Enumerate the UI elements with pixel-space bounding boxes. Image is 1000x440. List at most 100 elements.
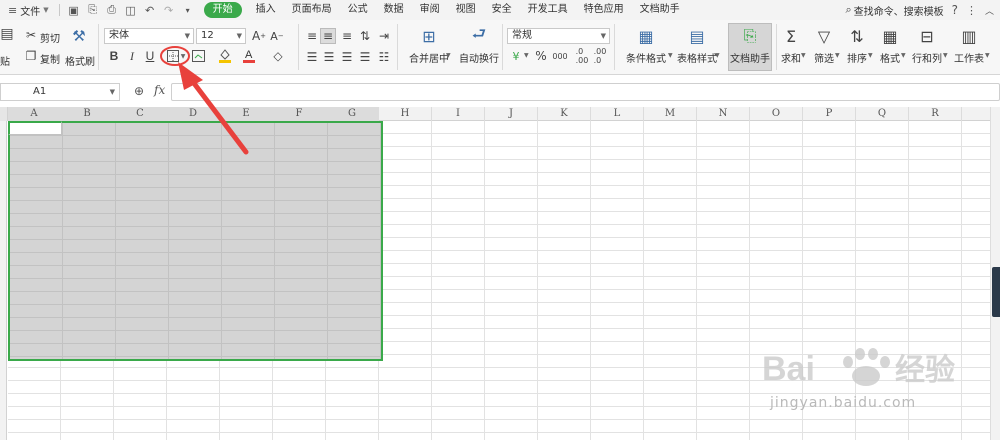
sum-button[interactable]: Σ 求和: [778, 25, 804, 71]
thousands-separator-button[interactable]: 000: [552, 49, 568, 63]
tab-page-layout[interactable]: 页面布局: [284, 0, 340, 20]
worksheet-button[interactable]: ▥ 工作表: [952, 25, 986, 71]
chevron-down-icon[interactable]: ▼: [524, 52, 529, 59]
clear-format-icon[interactable]: ◇: [270, 48, 286, 64]
column-header-b[interactable]: B: [61, 107, 114, 121]
decrease-font-size-icon[interactable]: A −: [270, 28, 284, 44]
align-middle-icon[interactable]: ≡: [320, 28, 336, 44]
export-pdf-icon[interactable]: ⎘: [87, 3, 99, 16]
undo-icon[interactable]: ↶: [144, 4, 156, 17]
column-header-a[interactable]: A: [8, 107, 61, 121]
row-headers[interactable]: [0, 121, 7, 440]
name-box[interactable]: A1 ▼: [0, 83, 120, 101]
orientation-icon[interactable]: ⇅: [358, 29, 372, 43]
chevron-down-icon[interactable]: ▼: [446, 52, 451, 59]
tab-security[interactable]: 安全: [484, 0, 520, 20]
column-header-q[interactable]: Q: [856, 107, 909, 121]
wrap-text-button[interactable]: ⮐ 自动换行: [457, 24, 501, 71]
column-header-k[interactable]: K: [538, 107, 591, 121]
align-center-icon[interactable]: ☰: [322, 50, 336, 64]
column-header-p[interactable]: P: [803, 107, 856, 121]
tab-data[interactable]: 数据: [376, 0, 412, 20]
select-all-corner[interactable]: [0, 107, 8, 121]
column-header-c[interactable]: C: [114, 107, 167, 121]
customize-icon[interactable]: ▾: [182, 4, 194, 16]
format-painter-label[interactable]: 格式刷: [65, 53, 95, 68]
conditional-format-button[interactable]: ▦ 条件格式: [620, 25, 672, 71]
fill-color-icon[interactable]: [217, 47, 233, 65]
font-size-select[interactable]: 12 ▼: [196, 28, 246, 44]
tab-view[interactable]: 视图: [448, 0, 484, 20]
column-header-r[interactable]: R: [909, 107, 962, 121]
increase-font-size-icon[interactable]: A +: [252, 28, 266, 44]
align-bottom-icon[interactable]: ≡: [340, 29, 354, 43]
column-header-o[interactable]: O: [750, 107, 803, 121]
tab-insert[interactable]: 插入: [248, 0, 284, 20]
currency-icon[interactable]: ¥: [509, 49, 523, 63]
file-menu[interactable]: ≡ 文件 ▼: [0, 0, 55, 20]
merge-center-button[interactable]: ⊞ 合并居中: [405, 25, 453, 71]
side-panel-toggle[interactable]: [992, 267, 1000, 317]
justify-icon[interactable]: ☰: [358, 50, 372, 64]
column-header-d[interactable]: D: [167, 107, 220, 121]
formula-input[interactable]: [171, 83, 1000, 101]
format-painter-icon[interactable]: ⚒: [70, 26, 88, 46]
selected-range[interactable]: [8, 121, 383, 361]
save-icon[interactable]: ▣: [68, 4, 80, 17]
active-cell[interactable]: [8, 121, 62, 135]
column-header-i[interactable]: I: [432, 107, 485, 121]
align-right-icon[interactable]: ☰: [340, 50, 354, 64]
cut-icon[interactable]: ✂: [25, 28, 37, 42]
bold-button[interactable]: B: [107, 49, 121, 63]
tab-home[interactable]: 开始: [203, 2, 242, 18]
chevron-down-icon[interactable]: ▼: [943, 52, 948, 59]
column-header-h[interactable]: H: [379, 107, 432, 121]
tab-doc-helper[interactable]: 文档助手: [632, 0, 688, 20]
column-header-e[interactable]: E: [220, 107, 273, 121]
tab-developer[interactable]: 开发工具: [520, 0, 576, 20]
cut-label[interactable]: 剪切: [40, 30, 60, 45]
sort-button[interactable]: ⇅ 排序: [843, 25, 871, 71]
insert-function-button[interactable]: fx: [154, 83, 165, 97]
column-header-n[interactable]: N: [697, 107, 750, 121]
chevron-down-icon[interactable]: ▼: [901, 52, 906, 59]
tab-special-features[interactable]: 特色应用: [576, 0, 632, 20]
column-header-g[interactable]: G: [326, 107, 379, 121]
column-header-m[interactable]: M: [644, 107, 697, 121]
font-name-select[interactable]: 宋体 ▼: [104, 28, 194, 44]
help-icon[interactable]: ?: [952, 3, 958, 17]
indent-icon[interactable]: ⇥: [377, 29, 391, 43]
column-header-j[interactable]: J: [485, 107, 538, 121]
table-style-button[interactable]: ▤ 表格样式: [673, 25, 721, 71]
chevron-down-icon[interactable]: ▼: [715, 52, 720, 59]
zoom-icon[interactable]: ⊕: [134, 84, 144, 98]
borders-dropdown-icon[interactable]: ▼: [180, 51, 186, 61]
font-color-icon[interactable]: A: [241, 47, 257, 65]
more-icon[interactable]: ⋮: [966, 4, 977, 17]
align-left-icon[interactable]: ☰: [305, 50, 319, 64]
decrease-decimal-icon[interactable]: .00.0: [592, 47, 608, 65]
row-col-button[interactable]: ⊟ 行和列: [908, 25, 946, 71]
cell-style-icon[interactable]: [190, 48, 206, 64]
paste-label[interactable]: 贴: [0, 53, 10, 68]
column-header-f[interactable]: F: [273, 107, 326, 121]
percent-button[interactable]: %: [534, 49, 548, 63]
filter-button[interactable]: ▽ 筛选: [810, 25, 838, 71]
chevron-down-icon[interactable]: ▼: [801, 52, 806, 59]
number-format-select[interactable]: 常规 ▼: [507, 28, 610, 44]
distributed-icon[interactable]: ☷: [377, 50, 391, 64]
chevron-down-icon[interactable]: ▼: [668, 52, 673, 59]
italic-button[interactable]: I: [125, 49, 139, 63]
underline-button[interactable]: U: [143, 49, 157, 63]
increase-decimal-icon[interactable]: .0.00: [574, 47, 590, 65]
chevron-down-icon[interactable]: ▼: [868, 52, 873, 59]
align-top-icon[interactable]: ≡: [305, 29, 319, 43]
chevron-down-icon[interactable]: ▼: [835, 52, 840, 59]
column-header-l[interactable]: L: [591, 107, 644, 121]
tab-formulas[interactable]: 公式: [340, 0, 376, 20]
search-commands[interactable]: ⌕ 查找命令、搜索模板: [845, 3, 943, 18]
redo-icon[interactable]: ↷: [163, 4, 175, 17]
borders-icon[interactable]: [165, 48, 181, 64]
print-icon[interactable]: ⎙: [106, 3, 118, 16]
copy-icon[interactable]: ❐: [25, 49, 37, 63]
